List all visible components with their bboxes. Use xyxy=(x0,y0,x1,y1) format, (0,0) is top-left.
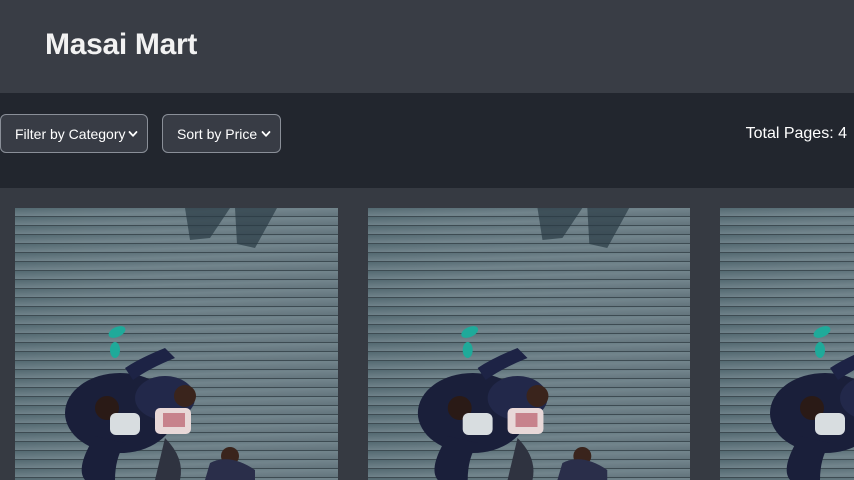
chevron-down-icon xyxy=(128,130,138,137)
product-card[interactable] xyxy=(15,208,338,480)
product-card[interactable] xyxy=(368,208,690,480)
price-sort-label: Sort by Price xyxy=(177,125,258,142)
product-card[interactable] xyxy=(720,208,854,480)
brand-title[interactable]: Masai Mart xyxy=(45,28,197,62)
price-sort-select[interactable]: Sort by Price xyxy=(162,114,281,153)
toolbar: Filter by Category Sort by Price Total P… xyxy=(0,93,854,188)
product-grid xyxy=(0,188,854,480)
category-filter-select[interactable]: Filter by Category xyxy=(0,114,148,153)
header: Masai Mart xyxy=(0,0,854,93)
product-image[interactable] xyxy=(720,208,854,480)
chevron-down-icon xyxy=(261,130,271,137)
category-filter-label: Filter by Category xyxy=(15,125,126,142)
total-pages-text: Total Pages: 4 xyxy=(745,125,847,142)
product-image[interactable] xyxy=(368,208,690,480)
product-image[interactable] xyxy=(15,208,338,480)
